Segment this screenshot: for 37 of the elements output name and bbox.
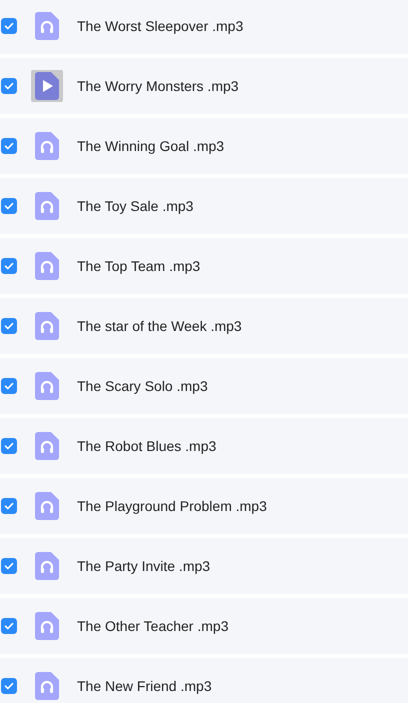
- file-name: The Top Team .mp3: [77, 258, 200, 274]
- file-row[interactable]: The Scary Solo .mp3: [0, 358, 408, 414]
- file-name: The Winning Goal .mp3: [77, 138, 224, 154]
- checkbox[interactable]: [1, 138, 17, 154]
- checkbox[interactable]: [1, 438, 17, 454]
- file-name: The Worst Sleepover .mp3: [77, 18, 244, 34]
- file-row[interactable]: The Party Invite .mp3: [0, 538, 408, 594]
- file-row[interactable]: The star of the Week .mp3: [0, 298, 408, 354]
- file-row[interactable]: The Worst Sleepover .mp3: [0, 0, 408, 54]
- file-row[interactable]: The Other Teacher .mp3: [0, 598, 408, 654]
- checkbox[interactable]: [1, 78, 17, 94]
- file-name: The Robot Blues .mp3: [77, 438, 216, 454]
- file-row[interactable]: The Robot Blues .mp3: [0, 418, 408, 474]
- checkbox[interactable]: [1, 558, 17, 574]
- play-button-icon[interactable]: [35, 72, 59, 100]
- file-row[interactable]: The Worry Monsters .mp3: [0, 58, 408, 114]
- file-row[interactable]: The Top Team .mp3: [0, 238, 408, 294]
- file-name: The Playground Problem .mp3: [77, 498, 267, 514]
- checkbox[interactable]: [1, 498, 17, 514]
- file-row[interactable]: The Toy Sale .mp3: [0, 178, 408, 234]
- checkbox[interactable]: [1, 678, 17, 694]
- checkbox[interactable]: [1, 258, 17, 274]
- file-name: The Scary Solo .mp3: [77, 378, 208, 394]
- file-name: The Other Teacher .mp3: [77, 618, 228, 634]
- file-name: The star of the Week .mp3: [77, 318, 242, 334]
- checkbox[interactable]: [1, 18, 17, 34]
- checkbox[interactable]: [1, 378, 17, 394]
- file-name: The Toy Sale .mp3: [77, 198, 194, 214]
- file-name: The Party Invite .mp3: [77, 558, 210, 574]
- file-row[interactable]: The Winning Goal .mp3: [0, 118, 408, 174]
- file-row[interactable]: The New Friend .mp3: [0, 658, 408, 703]
- file-name: The New Friend .mp3: [77, 678, 212, 694]
- checkbox[interactable]: [1, 198, 17, 214]
- file-name: The Worry Monsters .mp3: [77, 78, 239, 94]
- checkbox[interactable]: [1, 618, 17, 634]
- file-row[interactable]: The Playground Problem .mp3: [0, 478, 408, 534]
- checkbox[interactable]: [1, 318, 17, 334]
